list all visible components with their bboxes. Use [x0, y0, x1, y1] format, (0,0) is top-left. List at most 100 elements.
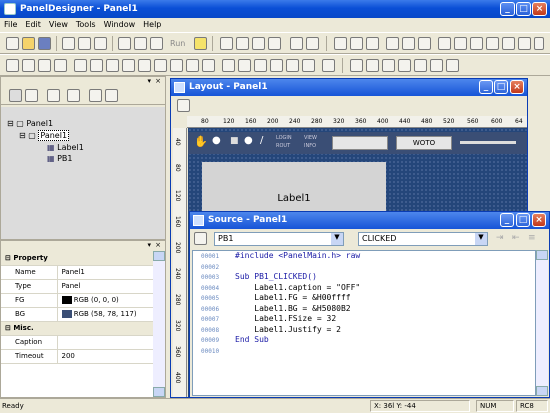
open-folder-icon[interactable] [22, 37, 35, 50]
properties-scrollbar[interactable] [153, 251, 165, 397]
code-line[interactable]: 00002 [193, 262, 535, 273]
redo-icon[interactable] [134, 37, 147, 50]
project-view-icon[interactable] [9, 89, 22, 102]
code-line[interactable]: 00006 Label1.BG = &H5080B2 [193, 304, 535, 315]
menu-tools[interactable]: Tools [72, 18, 100, 29]
scroll-up-icon[interactable] [153, 251, 165, 261]
prop-bg-value[interactable]: RGB (58, 78, 117) [57, 307, 153, 322]
tree-panel-node[interactable]: ⊟ ▢ Panel1 [19, 130, 70, 141]
canvas-button-woto[interactable]: WOTO [396, 136, 452, 150]
project-list-icon[interactable] [25, 89, 38, 102]
ellipse-tool-icon[interactable] [202, 59, 215, 72]
prop-fg-value[interactable]: RGB (0, 0, 0) [57, 293, 153, 308]
select-icon[interactable] [252, 37, 265, 50]
help-icon[interactable] [194, 37, 207, 50]
zoom-in-icon[interactable] [236, 37, 249, 50]
move-up-icon[interactable] [89, 89, 102, 102]
tree-root[interactable]: ⊟ ▢ Panel1 [7, 119, 53, 128]
code-scroll-up-icon[interactable] [536, 250, 548, 260]
stop-icon[interactable]: ■ [230, 136, 239, 146]
panel-pin-icon[interactable]: ▾ [147, 77, 151, 85]
menu-view[interactable]: View [45, 18, 72, 29]
code-line[interactable]: 00007 Label1.FSize = 32 [193, 314, 535, 325]
gauge-tool-icon[interactable] [154, 59, 167, 72]
align-middle-icon[interactable] [402, 37, 415, 50]
menu-file[interactable]: File [0, 18, 21, 29]
code-line[interactable]: 00009 End Sub [193, 335, 535, 346]
source-close-button[interactable]: × [532, 213, 546, 227]
frame-tool-icon[interactable] [286, 59, 299, 72]
prop-caption-value[interactable] [57, 335, 153, 350]
checkbox-tool-icon[interactable] [106, 59, 119, 72]
order-back-icon[interactable] [366, 59, 379, 72]
chart-tool-icon[interactable] [254, 59, 267, 72]
space-v-icon[interactable] [454, 37, 467, 50]
center-h-icon[interactable] [518, 37, 531, 50]
props-close-icon[interactable]: × [155, 241, 161, 249]
pointer-icon[interactable] [6, 59, 19, 72]
prop-type-value[interactable]: Panel [57, 279, 153, 294]
space-h-icon[interactable] [438, 37, 451, 50]
comment-icon[interactable]: ≡ [528, 233, 536, 243]
order-front-icon[interactable] [350, 59, 363, 72]
grid-tool-icon[interactable] [222, 59, 235, 72]
fit-icon[interactable] [306, 37, 319, 50]
project-props-icon[interactable] [67, 89, 80, 102]
table-tool-icon[interactable] [238, 59, 251, 72]
bulb-icon[interactable]: ● [212, 135, 221, 146]
tree-item-pb1[interactable]: ▦ PB1 [47, 154, 73, 163]
source-minimize-button[interactable]: _ [500, 213, 514, 227]
minimize-button[interactable]: _ [500, 2, 515, 16]
bring-icon[interactable] [446, 59, 459, 72]
layout-minimize-button[interactable]: _ [479, 80, 493, 94]
code-scroll-down-icon[interactable] [536, 386, 548, 396]
radio-tool-icon[interactable] [90, 59, 103, 72]
tree-item-label1[interactable]: ▦ Label1 [47, 143, 84, 152]
move-down-icon[interactable] [105, 89, 118, 102]
same-width-icon[interactable] [470, 37, 483, 50]
paste-icon[interactable] [94, 37, 107, 50]
order-backward-icon[interactable] [398, 59, 411, 72]
line-tool-icon[interactable] [170, 59, 183, 72]
section-misc[interactable]: ⊟ Misc. [1, 321, 153, 336]
cut-icon[interactable] [62, 37, 75, 50]
code-line[interactable]: 00008 Label1.Justify = 2 [193, 325, 535, 336]
canvas-button-blank[interactable] [332, 136, 388, 150]
print-icon[interactable] [150, 37, 163, 50]
copy-icon[interactable] [78, 37, 91, 50]
project-tree-icon[interactable] [47, 89, 60, 102]
rect-tool-icon[interactable] [186, 59, 199, 72]
pen-icon[interactable]: / [260, 135, 263, 146]
object-select[interactable]: PB1 ▼ [214, 232, 344, 246]
button-tool-icon[interactable] [74, 59, 87, 72]
scroll-down-icon[interactable] [153, 387, 165, 397]
event-select[interactable]: CLICKED ▼ [358, 232, 488, 246]
unlock-icon[interactable] [430, 59, 443, 72]
same-height-icon[interactable] [486, 37, 499, 50]
props-pin-icon[interactable]: ▾ [147, 241, 151, 249]
group-tool-icon[interactable] [302, 59, 315, 72]
source-panel-icon[interactable] [194, 232, 207, 245]
outdent-icon[interactable]: ⇤ [512, 233, 520, 243]
slider-tool-icon[interactable] [138, 59, 151, 72]
cube-tool-icon[interactable] [322, 59, 335, 72]
mini-radio-3[interactable]: VIEW [304, 135, 317, 141]
number-tool-icon[interactable] [54, 59, 67, 72]
order-forward-icon[interactable] [382, 59, 395, 72]
layout-page-icon[interactable] [177, 99, 190, 112]
panel-close-icon[interactable]: × [155, 77, 161, 85]
code-line[interactable]: 00005 Label1.FG = &H00ffff [193, 293, 535, 304]
maximize-button[interactable]: □ [516, 2, 531, 16]
save-icon[interactable] [38, 37, 51, 50]
center-v-icon[interactable] [534, 37, 544, 50]
same-size-icon[interactable] [502, 37, 515, 50]
align-bottom-icon[interactable] [418, 37, 431, 50]
prop-timeout-value[interactable]: 200 [57, 349, 153, 364]
menu-window[interactable]: Window [100, 18, 140, 29]
code-line[interactable]: 00003 Sub PB1_CLICKED() [193, 272, 535, 283]
section-property[interactable]: ⊟ Property [1, 251, 153, 266]
image-tool-icon[interactable] [270, 59, 283, 72]
mini-radio-1[interactable]: LOGIN [276, 135, 292, 141]
chevron-down-icon[interactable]: ▼ [331, 233, 343, 245]
run-button[interactable]: Run [170, 39, 185, 48]
